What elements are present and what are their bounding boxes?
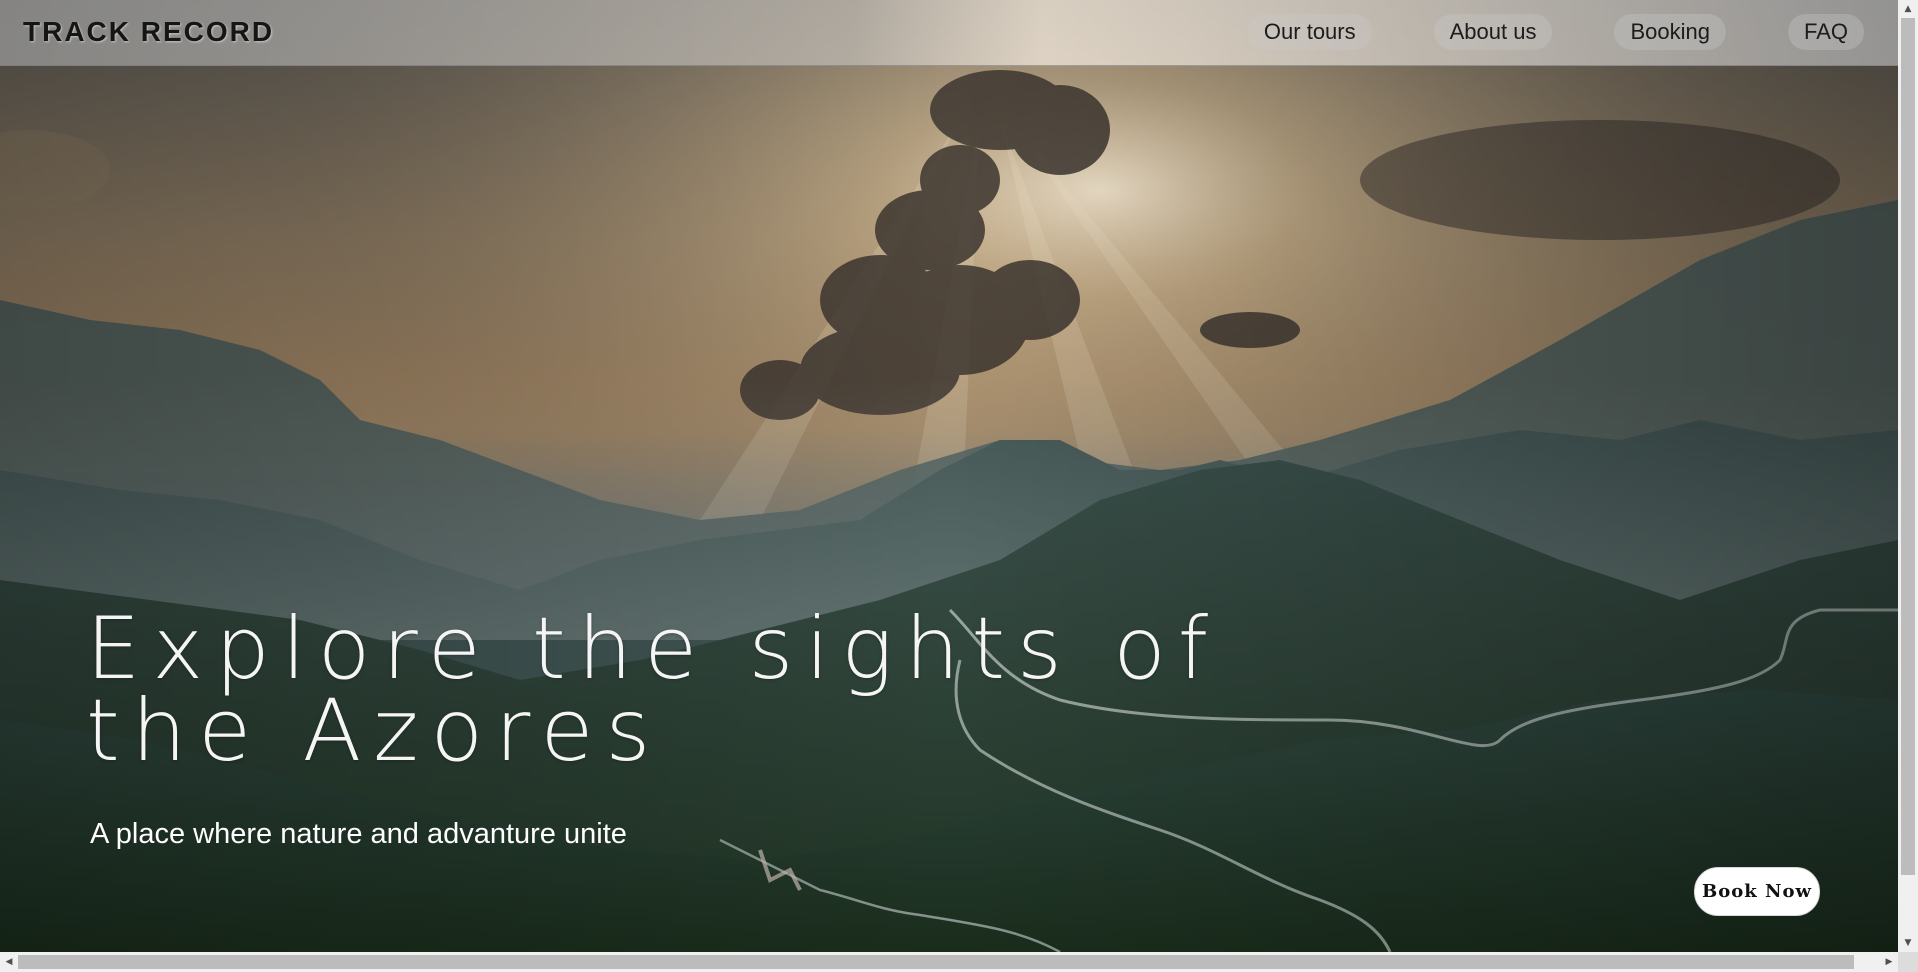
book-now-button[interactable]: Book Now <box>1694 867 1820 916</box>
arrow-down-icon[interactable]: ▼ <box>1898 934 1918 952</box>
scrollbar-corner <box>1898 952 1918 972</box>
horizontal-scroll-thumb[interactable] <box>18 955 1854 969</box>
hero-subheadline: A place where nature and advanture unite <box>90 818 627 850</box>
arrow-up-icon[interactable]: ▲ <box>1898 0 1918 18</box>
vertical-scroll-thumb[interactable] <box>1901 18 1915 875</box>
arrow-left-icon[interactable]: ◀ <box>0 952 18 972</box>
nav-item-about-us[interactable]: About us <box>1433 14 1553 50</box>
nav-item-our-tours[interactable]: Our tours <box>1247 14 1372 50</box>
page: TRACK RECORD Our tours About us Booking … <box>0 0 1918 972</box>
vertical-scrollbar[interactable]: ▲ ▼ <box>1898 0 1918 952</box>
nav-item-faq[interactable]: FAQ <box>1787 14 1864 50</box>
nav-item-booking[interactable]: Booking <box>1614 14 1726 50</box>
brand-logo[interactable]: TRACK RECORD <box>23 16 274 48</box>
hero-headline: Explore the sights of the Azores <box>86 599 1221 781</box>
mountain-landscape-image <box>0 0 1898 952</box>
top-navbar: TRACK RECORD Our tours About us Booking … <box>0 0 1898 66</box>
arrow-right-icon[interactable]: ▶ <box>1880 952 1898 972</box>
nav-links: Our tours About us Booking FAQ <box>1247 14 1864 50</box>
hero-background <box>0 0 1898 952</box>
horizontal-scrollbar[interactable]: ◀ ▶ <box>0 952 1898 972</box>
